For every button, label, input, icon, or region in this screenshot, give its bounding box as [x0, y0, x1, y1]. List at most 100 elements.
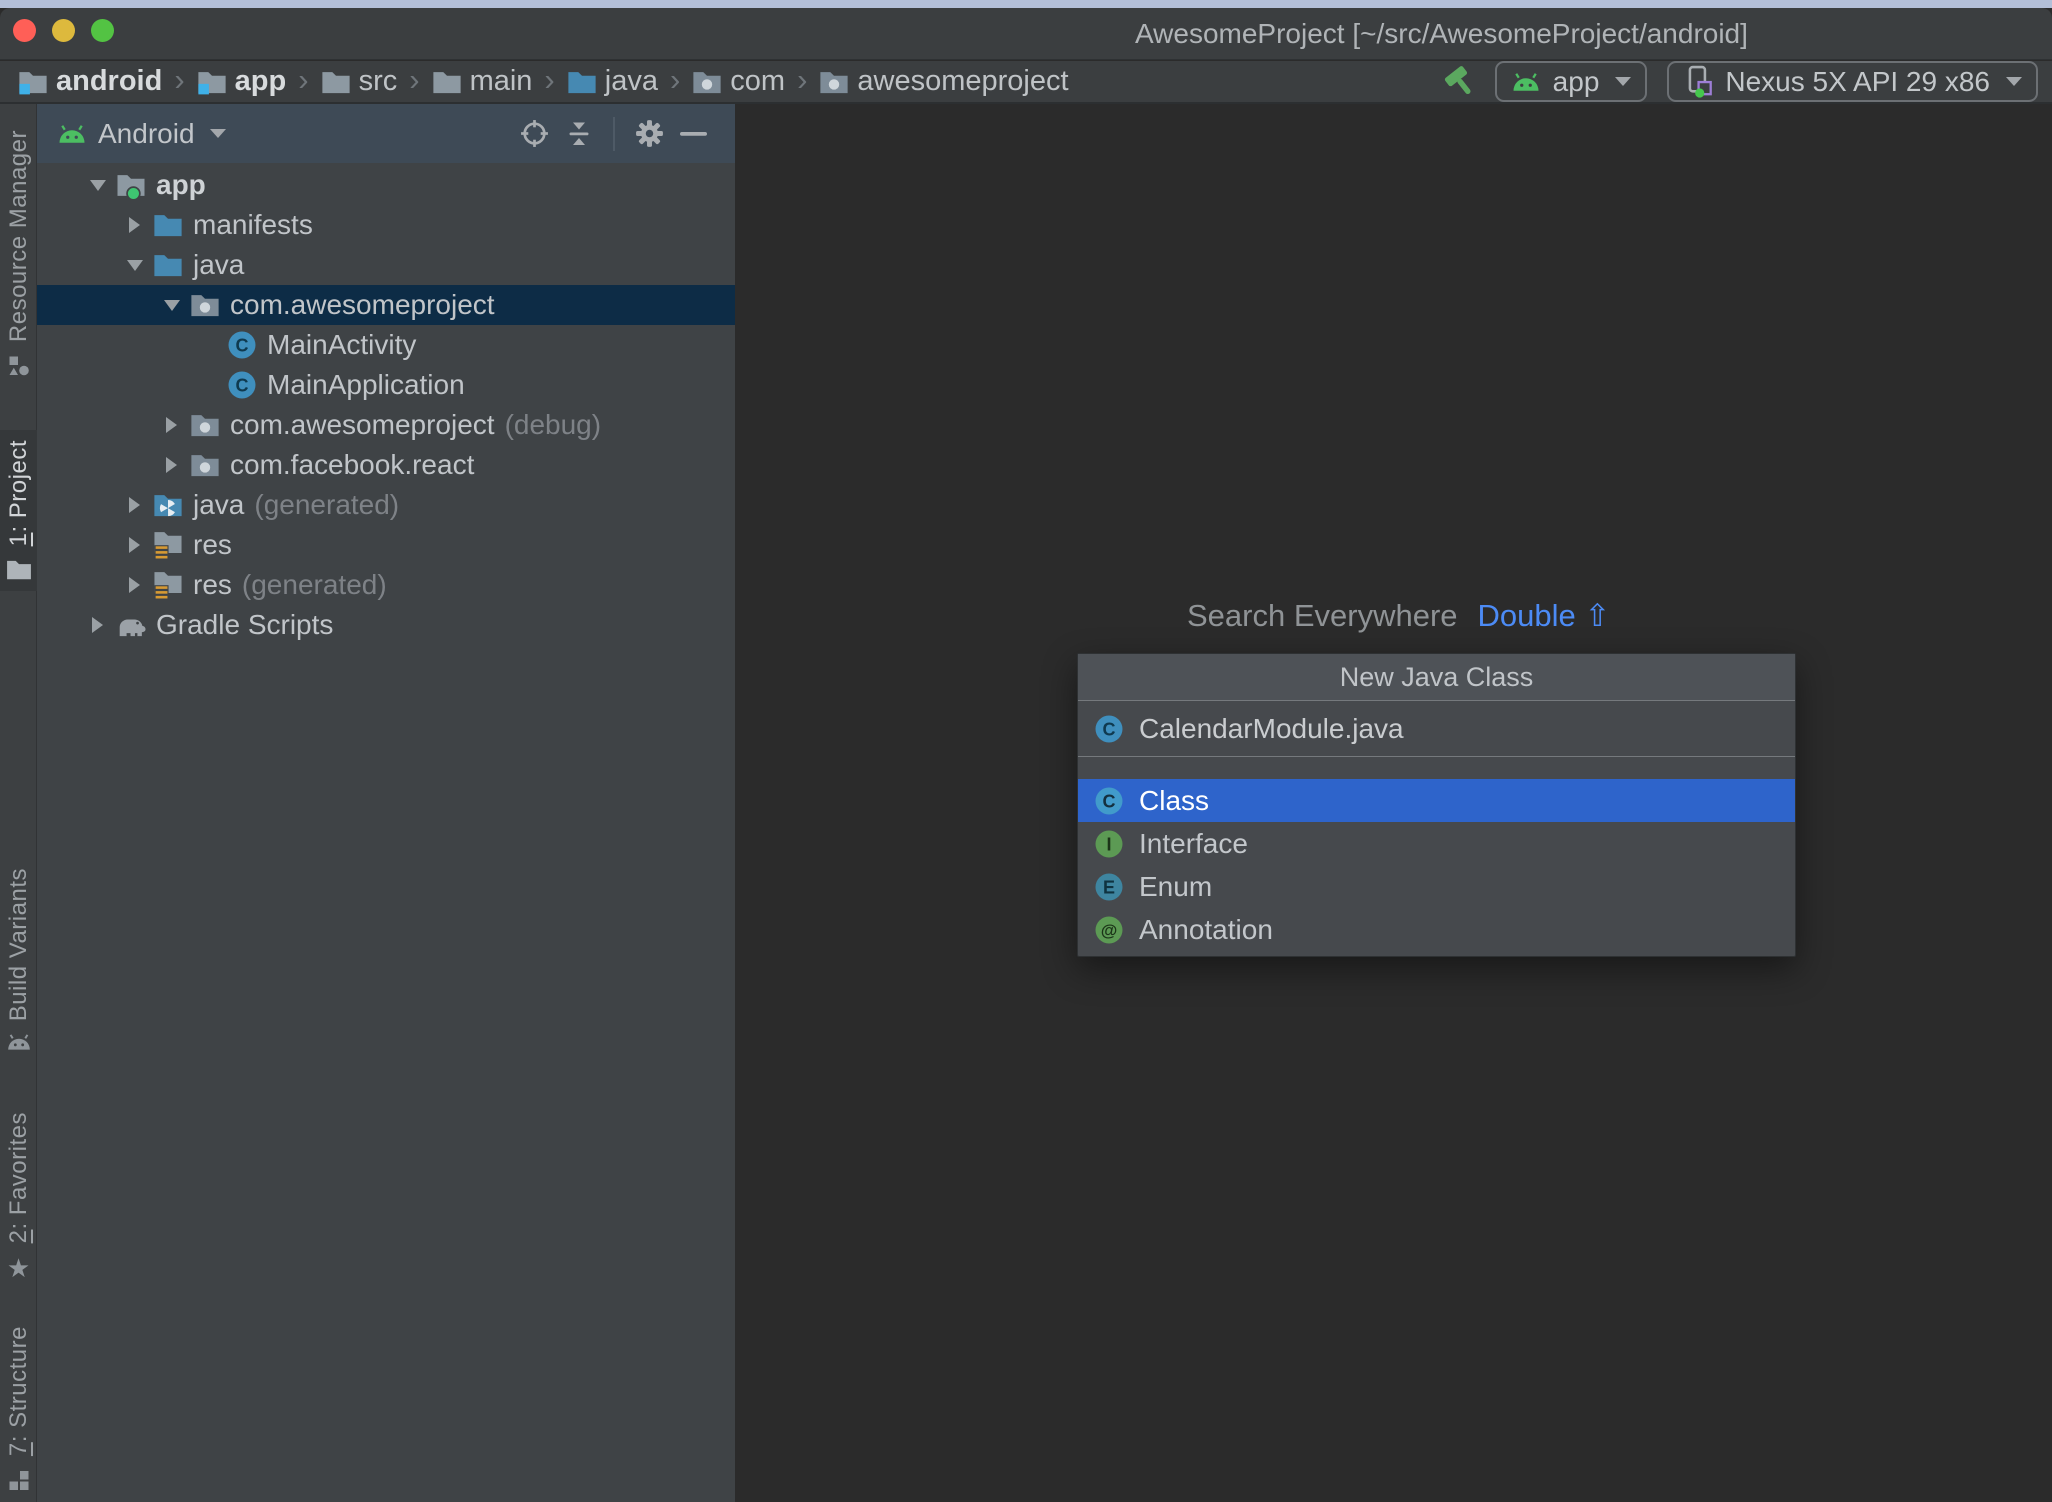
- toolbar-separator: [613, 116, 615, 151]
- svg-text:C: C: [236, 376, 249, 396]
- tree-row-gradle-scripts[interactable]: Gradle Scripts: [37, 605, 735, 645]
- class-icon: C: [1094, 786, 1124, 816]
- run-config-dropdown[interactable]: app: [1494, 61, 1648, 102]
- tree-row-com-awesomeproject-debug[interactable]: com.awesomeproject (debug): [37, 405, 735, 445]
- svg-text:E: E: [1103, 877, 1115, 897]
- svg-text:C: C: [1103, 719, 1116, 739]
- package-folder-icon: [190, 412, 227, 438]
- breadcrumb-item-src[interactable]: src: [321, 65, 397, 98]
- tree-row-java[interactable]: java: [37, 245, 735, 285]
- close-button[interactable]: [13, 19, 36, 42]
- enum-icon: E: [1094, 872, 1124, 902]
- stripe-tab-favorites[interactable]: 2: Favorites ★: [0, 1112, 37, 1281]
- breadcrumb-item-awesomeproject[interactable]: awesomeproject: [819, 65, 1069, 98]
- editor-area[interactable]: Search Everywhere Double ⇧ New Java Clas…: [735, 104, 2052, 1502]
- kind-list: C Class I Interface E Enum @ Annotation: [1078, 779, 1795, 956]
- tree-row-com-awesomeproject[interactable]: com.awesomeproject: [37, 285, 735, 325]
- package-folder-icon: [190, 452, 227, 478]
- shapes-icon: [7, 354, 31, 378]
- expand-arrow-icon[interactable]: [116, 537, 153, 553]
- class-icon: C: [227, 330, 264, 360]
- popup-title: New Java Class: [1339, 661, 1534, 692]
- build-hammer-icon[interactable]: [1439, 62, 1475, 102]
- breadcrumb-separator: ›: [544, 61, 555, 97]
- stripe-tab-resource-manager[interactable]: Resource Manager: [0, 130, 37, 378]
- expand-arrow-icon[interactable]: [79, 617, 116, 633]
- new-java-class-popup: New Java Class C CalendarModule.java C C…: [1077, 653, 1796, 957]
- android-icon: [6, 1033, 32, 1051]
- tree-row-res-generated[interactable]: res (generated): [37, 565, 735, 605]
- hide-panel-button[interactable]: [677, 117, 711, 151]
- chevron-down-icon: [2006, 77, 2022, 86]
- tree-row-mainactivity[interactable]: C MainActivity: [37, 325, 735, 365]
- expand-arrow-icon[interactable]: [116, 497, 153, 513]
- class-name-value: CalendarModule.java: [1139, 712, 1404, 744]
- breadcrumb-item-java[interactable]: java: [567, 65, 658, 98]
- kind-option-class[interactable]: C Class: [1078, 779, 1795, 822]
- breadcrumb-separator: ›: [174, 61, 185, 97]
- class-name-input[interactable]: C CalendarModule.java: [1078, 701, 1795, 757]
- expand-arrow-icon[interactable]: [116, 577, 153, 593]
- empty-editor-hint: Search Everywhere Double ⇧: [1187, 598, 1611, 633]
- svg-text:C: C: [1103, 791, 1116, 811]
- breadcrumb-item-app[interactable]: app: [197, 65, 286, 98]
- expand-arrow-icon[interactable]: [116, 217, 153, 233]
- kind-option-enum[interactable]: E Enum: [1078, 865, 1795, 908]
- class-icon: C: [227, 370, 264, 400]
- tree-row-mainapplication[interactable]: C MainApplication: [37, 365, 735, 405]
- chevron-down-icon[interactable]: [209, 129, 226, 138]
- project-panel-header: Android: [37, 104, 735, 163]
- tool-window-stripe: Resource Manager 1: Project Build Varian…: [0, 104, 37, 1502]
- locate-file-button[interactable]: [517, 117, 551, 151]
- source-folder-icon: [153, 212, 190, 238]
- svg-text:@: @: [1101, 921, 1118, 940]
- titlebar[interactable]: AwesomeProject [~/src/AwesomeProject/and…: [0, 8, 2052, 60]
- breadcrumb-separator: ›: [298, 61, 309, 97]
- tree-row-res[interactable]: res: [37, 525, 735, 565]
- device-label: Nexus 5X API 29 x86: [1725, 65, 1990, 97]
- breadcrumb-item-android[interactable]: android: [18, 65, 162, 98]
- search-everywhere-hint: Search Everywhere: [1187, 598, 1458, 633]
- stripe-tab-project[interactable]: 1: Project: [0, 430, 37, 592]
- stripe-tab-build-variants[interactable]: Build Variants: [0, 868, 37, 1051]
- zoom-button[interactable]: [91, 19, 114, 42]
- shift-key-icon: ⇧: [1584, 598, 1611, 633]
- tree-row-java-generated[interactable]: java (generated): [37, 485, 735, 525]
- package-folder-icon: [692, 69, 722, 95]
- run-config-label: app: [1552, 65, 1600, 97]
- generated-source-folder-icon: [153, 492, 190, 518]
- virtual-device-icon: [1683, 65, 1713, 98]
- svg-text:C: C: [236, 336, 249, 356]
- annotation-icon: @: [1094, 915, 1124, 945]
- expand-arrow-icon[interactable]: [116, 259, 153, 271]
- tree-row-app[interactable]: app: [37, 165, 735, 205]
- kind-option-annotation[interactable]: @ Annotation: [1078, 908, 1795, 951]
- breadcrumb-separator: ›: [409, 61, 420, 97]
- tree-row-com-facebook-react[interactable]: com.facebook.react: [37, 445, 735, 485]
- project-view-selector[interactable]: Android: [98, 118, 195, 150]
- device-dropdown[interactable]: Nexus 5X API 29 x86: [1667, 61, 2038, 102]
- expand-arrow-icon[interactable]: [79, 179, 116, 191]
- source-folder-icon: [153, 252, 190, 278]
- expand-arrow-icon[interactable]: [153, 417, 190, 433]
- settings-gear-button[interactable]: [632, 117, 666, 151]
- minimize-button[interactable]: [52, 19, 75, 42]
- popup-title-bar: New Java Class: [1078, 654, 1795, 701]
- expand-arrow-icon[interactable]: [153, 299, 190, 311]
- navigation-bar: android › app › src › main › java › com …: [0, 61, 2052, 104]
- breadcrumb-item-main[interactable]: main: [432, 65, 532, 98]
- kind-option-interface[interactable]: I Interface: [1078, 822, 1795, 865]
- expand-arrow-icon[interactable]: [153, 457, 190, 473]
- folder-icon: [6, 558, 32, 581]
- run-toolbar: app Nexus 5X API 29 x86: [1439, 61, 2038, 102]
- android-icon: [57, 124, 87, 144]
- tree-row-manifests[interactable]: manifests: [37, 205, 735, 245]
- class-icon: C: [1094, 714, 1124, 744]
- stripe-tab-structure[interactable]: 7: Structure: [0, 1326, 37, 1492]
- source-folder-icon: [567, 69, 597, 95]
- project-tool-window: Android app manifests java com.awesomepr…: [37, 104, 735, 1502]
- breadcrumb-item-com[interactable]: com: [692, 65, 785, 98]
- android-studio-window: AwesomeProject [~/src/AwesomeProject/and…: [0, 0, 2052, 1502]
- collapse-all-button[interactable]: [562, 117, 596, 151]
- main-area: Resource Manager 1: Project Build Varian…: [0, 104, 2052, 1502]
